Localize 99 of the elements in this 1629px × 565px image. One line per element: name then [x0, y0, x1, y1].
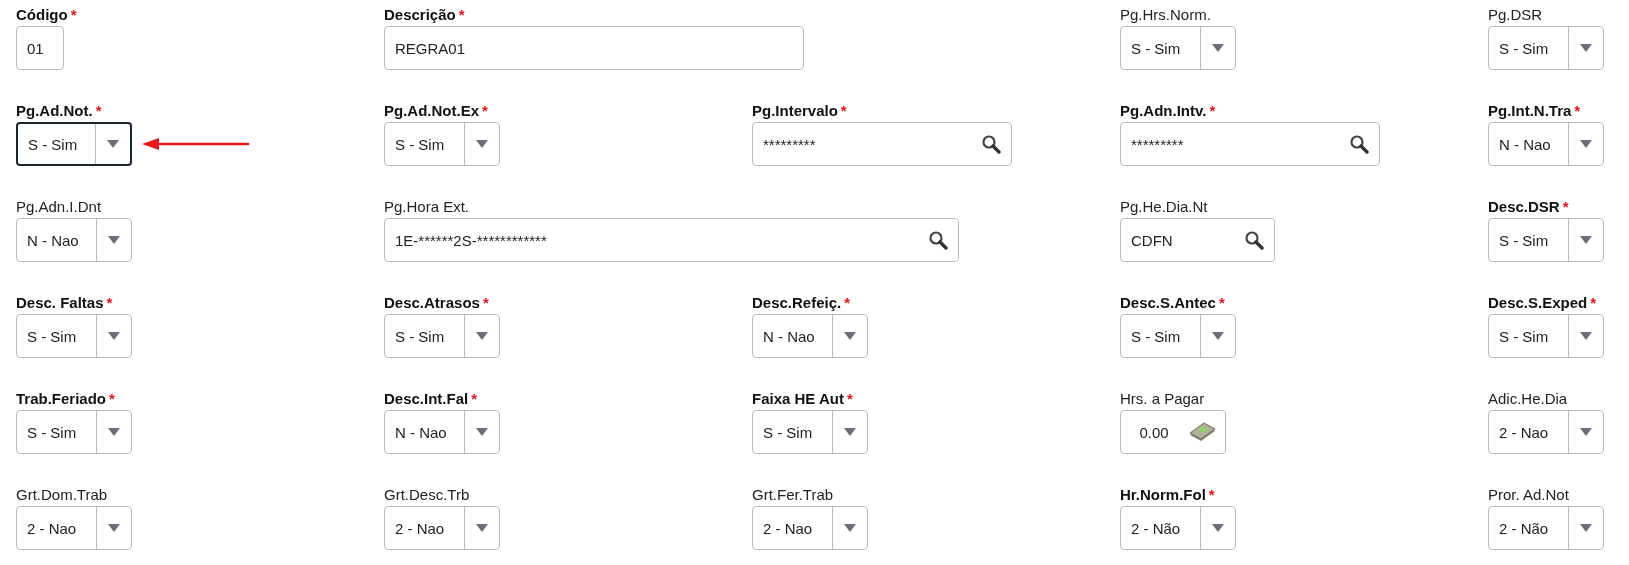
caret-icon [1580, 44, 1592, 52]
field-label: Desc.S.Exped [1488, 294, 1588, 311]
select-dropdown[interactable]: S - Sim [16, 410, 132, 454]
select-dropdown[interactable]: 2 - Não [1488, 506, 1604, 550]
field-label: Pg.Ad.Not.Ex [384, 102, 479, 119]
select-dropdown[interactable]: 2 - Nao [16, 506, 132, 550]
field-label: Pg.Ad.Not. [16, 102, 93, 119]
caret-icon [1580, 428, 1592, 436]
search-icon [981, 134, 1001, 154]
required-mark: * [95, 102, 102, 119]
number-field[interactable]: 0.00 [1120, 410, 1226, 454]
select-dropdown[interactable]: S - Sim [752, 410, 868, 454]
required-mark: * [482, 294, 489, 311]
select-dropdown[interactable]: S - Sim [16, 314, 132, 358]
field-label: Desc.Atrasos [384, 294, 480, 311]
field-label: Descrição [384, 6, 456, 23]
caret-icon [476, 140, 488, 148]
field-label: Pg.Intervalo [752, 102, 838, 119]
select-dropdown[interactable]: N - Nao [752, 314, 868, 358]
required-mark: * [1218, 294, 1225, 311]
field-label: Grt.Fer.Trab [752, 486, 834, 503]
money-icon [1187, 421, 1217, 443]
required-mark: * [106, 294, 113, 311]
required-mark: * [109, 390, 115, 407]
field-label: Desc.Int.Fal [384, 390, 469, 407]
field-label: Pror. Ad.Not [1488, 486, 1569, 503]
field-label: Desc. Faltas [16, 294, 104, 311]
select-dropdown[interactable]: 2 - Não [1120, 506, 1236, 550]
caret-icon [476, 428, 488, 436]
select-dropdown[interactable]: 2 - Nao [384, 506, 500, 550]
caret-icon [1580, 524, 1592, 532]
field-label: Pg.Adn.Intv. [1120, 102, 1207, 119]
caret-icon [108, 428, 120, 436]
required-mark: * [846, 390, 853, 407]
field-label: Desc.Refeiç. [752, 294, 842, 311]
caret-icon [108, 236, 120, 244]
field-label: Pg.Hora Ext. [384, 198, 470, 215]
required-mark: * [482, 102, 488, 119]
caret-icon [1212, 524, 1224, 532]
select-dropdown[interactable]: S - Sim [1488, 218, 1604, 262]
lookup-field[interactable]: ********* [752, 122, 1012, 166]
field-label: Pg.DSR [1488, 6, 1543, 23]
required-mark: * [70, 6, 77, 23]
lookup-field[interactable]: CDFN [1120, 218, 1275, 262]
caret-icon [1580, 332, 1592, 340]
caret-icon [1580, 236, 1592, 244]
field-label: Faixa HE Aut [752, 390, 844, 407]
select-dropdown[interactable]: S - Sim [384, 122, 500, 166]
required-mark: * [1574, 102, 1581, 119]
text-field[interactable]: 01 [16, 26, 64, 70]
field-label: Adic.He.Dia [1488, 390, 1568, 407]
field-label: Pg.Int.N.Tra [1488, 102, 1572, 119]
caret-icon [844, 428, 856, 436]
field-label: Desc.S.Antec [1120, 294, 1216, 311]
field-label: Pg.Hrs.Norm. [1120, 6, 1211, 23]
required-mark: * [471, 390, 478, 407]
field-label: Desc.DSR [1488, 198, 1560, 215]
field-label: Grt.Desc.Trb [384, 486, 470, 503]
caret-icon [1212, 44, 1224, 52]
required-mark: * [844, 294, 851, 311]
caret-icon [476, 524, 488, 532]
search-icon [928, 230, 948, 250]
field-label: Hrs. a Pagar [1120, 390, 1205, 407]
select-dropdown[interactable]: S - Sim [16, 122, 132, 166]
required-mark: * [1562, 198, 1569, 215]
caret-icon [108, 524, 120, 532]
required-mark: * [840, 102, 847, 119]
select-dropdown[interactable]: S - Sim [1120, 26, 1236, 70]
select-dropdown[interactable]: 2 - Nao [752, 506, 868, 550]
field-label: Pg.Adn.I.Dnt [16, 198, 102, 215]
select-dropdown[interactable]: S - Sim [1120, 314, 1236, 358]
search-icon [1244, 230, 1264, 250]
required-mark: * [458, 6, 465, 23]
required-mark: * [1209, 102, 1216, 119]
field-label: Hr.Norm.Fol [1120, 486, 1206, 503]
search-icon [1349, 134, 1369, 154]
caret-icon [108, 332, 120, 340]
select-dropdown[interactable]: N - Nao [384, 410, 500, 454]
text-field[interactable]: REGRA01 [384, 26, 804, 70]
caret-icon [1580, 140, 1592, 148]
select-dropdown[interactable]: 2 - Nao [1488, 410, 1604, 454]
caret-icon [844, 332, 856, 340]
field-label: Código [16, 6, 68, 23]
select-dropdown[interactable]: S - Sim [1488, 26, 1604, 70]
select-dropdown[interactable]: N - Nao [1488, 122, 1604, 166]
caret-icon [107, 140, 119, 148]
caret-icon [476, 332, 488, 340]
select-dropdown[interactable]: S - Sim [1488, 314, 1604, 358]
lookup-field[interactable]: 1E-******2S-************ [384, 218, 959, 262]
lookup-field[interactable]: ********* [1120, 122, 1380, 166]
field-label: Trab.Feriado [16, 390, 107, 407]
field-label: Pg.He.Dia.Nt [1120, 198, 1208, 215]
caret-icon [844, 524, 856, 532]
field-label: Grt.Dom.Trab [16, 486, 108, 503]
required-mark: * [1590, 294, 1597, 311]
select-dropdown[interactable]: N - Nao [16, 218, 132, 262]
caret-icon [1212, 332, 1224, 340]
required-mark: * [1208, 486, 1215, 503]
select-dropdown[interactable]: S - Sim [384, 314, 500, 358]
